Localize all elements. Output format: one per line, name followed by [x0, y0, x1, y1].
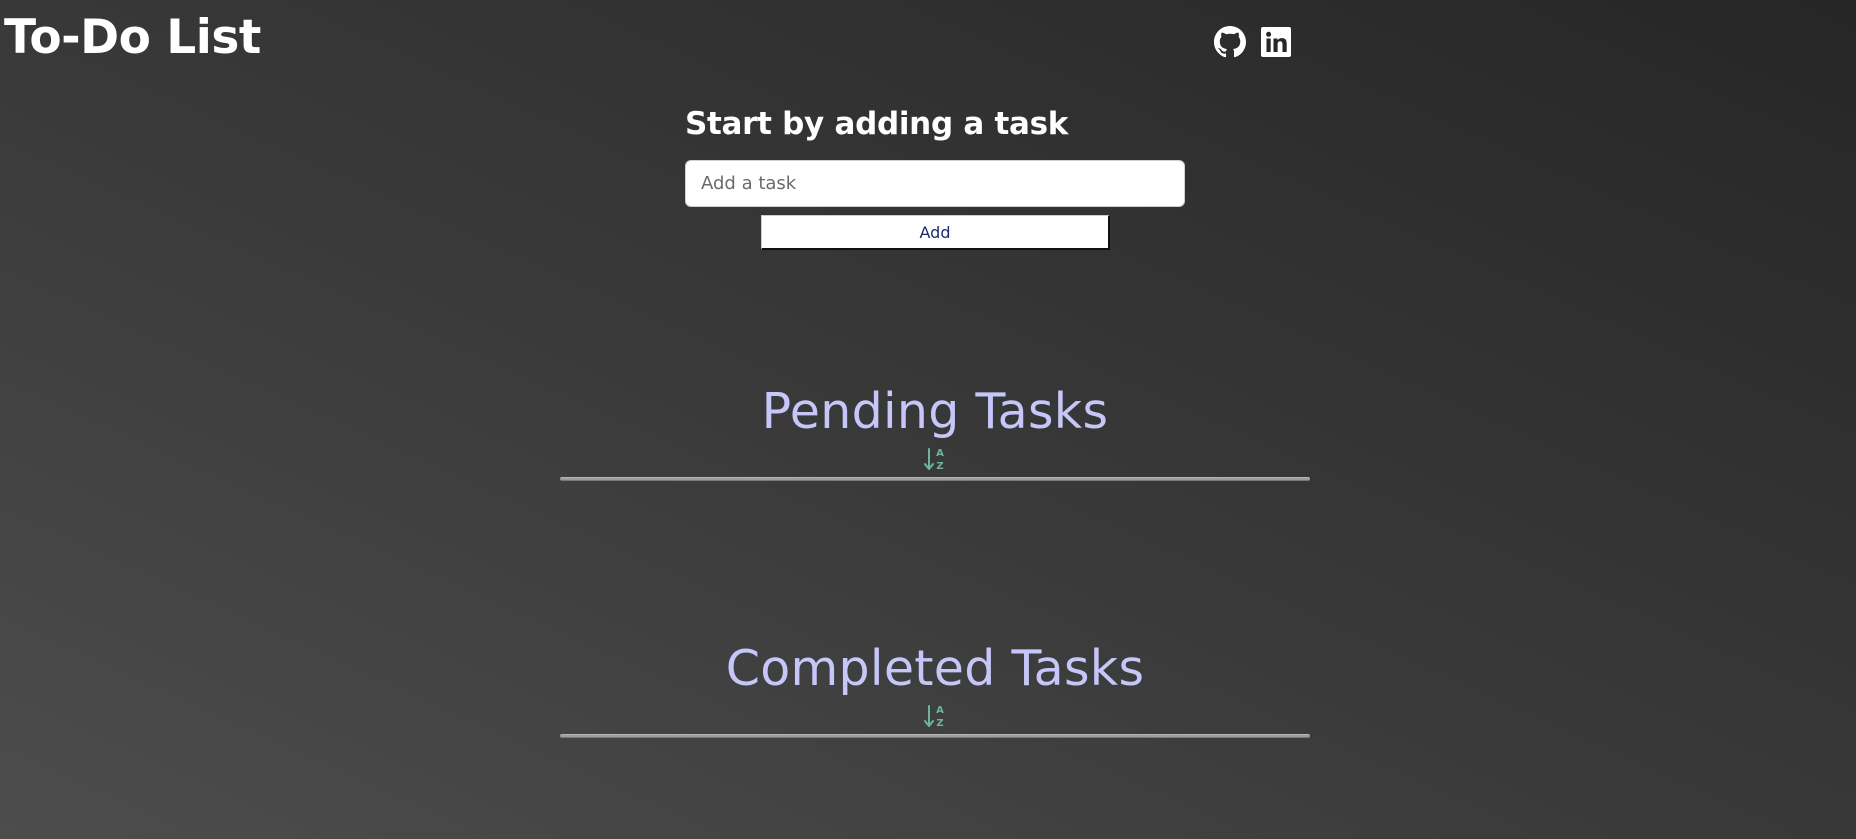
linkedin-icon — [1261, 27, 1291, 57]
svg-text:Z: Z — [936, 718, 943, 729]
add-task-heading: Start by adding a task — [685, 106, 1069, 142]
pending-tasks-title: Pending Tasks — [761, 383, 1109, 440]
svg-text:Z: Z — [936, 461, 943, 472]
add-task-section: Start by adding a task Add — [685, 100, 1185, 250]
sort-alpha-icon[interactable]: A Z — [923, 444, 947, 474]
completed-tasks-title: Completed Tasks — [725, 640, 1145, 697]
pending-tasks-section: Pending Tasks A Z — [560, 380, 1310, 481]
linkedin-link[interactable] — [1260, 26, 1292, 58]
task-input[interactable] — [685, 160, 1185, 207]
completed-tasks-section: Completed Tasks A Z — [560, 637, 1310, 738]
sort-alpha-icon[interactable]: A Z — [923, 701, 947, 731]
app-title: To-Do List — [4, 10, 261, 65]
add-button[interactable]: Add — [761, 215, 1110, 250]
github-icon — [1214, 26, 1246, 58]
social-links — [1214, 26, 1292, 58]
pending-divider — [560, 477, 1310, 481]
completed-divider — [560, 734, 1310, 738]
svg-text:A: A — [936, 448, 944, 459]
svg-text:A: A — [936, 705, 944, 716]
github-link[interactable] — [1214, 26, 1246, 58]
